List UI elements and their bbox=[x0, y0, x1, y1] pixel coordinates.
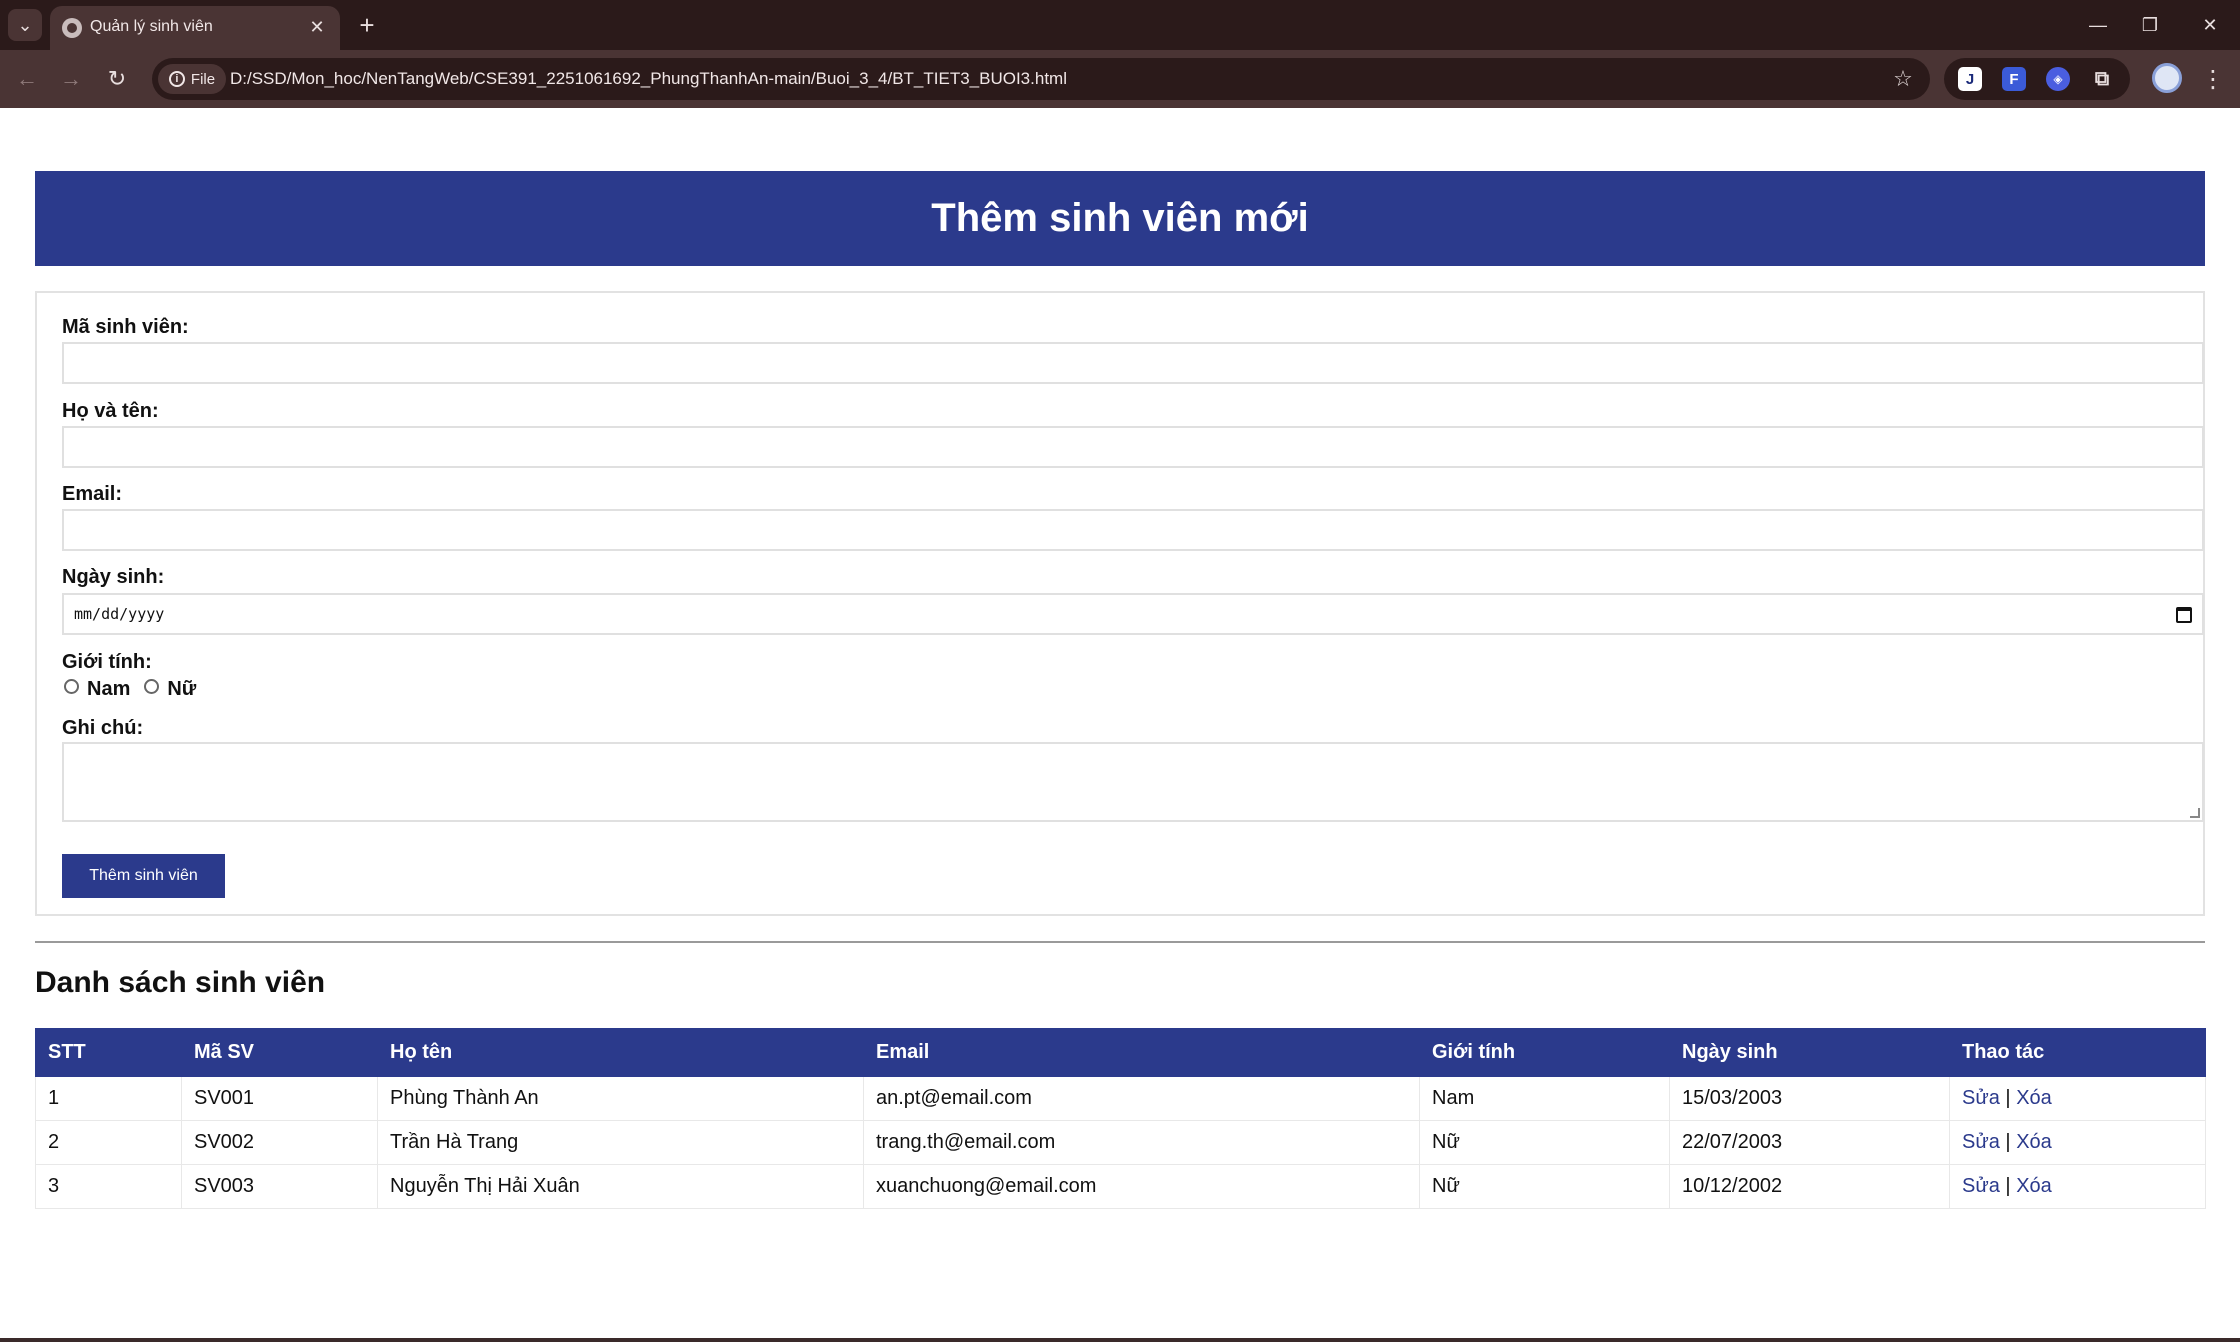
cell-actions: Sửa | Xóa bbox=[1949, 1164, 2206, 1209]
favicon-icon bbox=[62, 18, 82, 38]
action-separator: | bbox=[2005, 1175, 2011, 1197]
info-icon: i bbox=[168, 71, 185, 87]
browser-toolbar: ← → ↻ i File D:/SSD/Mon_hoc/NenTangWeb/C… bbox=[0, 50, 2240, 108]
edit-link[interactable]: Sửa bbox=[1962, 1175, 2000, 1197]
table-row: 3 SV003 Nguyễn Thị Hải Xuân xuanchuong@e… bbox=[35, 1164, 2206, 1209]
cell-ngay-sinh: 15/03/2003 bbox=[1669, 1076, 1950, 1121]
column-header: Họ tên bbox=[377, 1028, 864, 1077]
delete-link[interactable]: Xóa bbox=[2016, 1175, 2052, 1197]
cell-gioi-tinh: Nam bbox=[1419, 1076, 1670, 1121]
column-header: Giới tính bbox=[1419, 1028, 1670, 1077]
column-header: Thao tác bbox=[1949, 1028, 2206, 1077]
window-bottom-border bbox=[0, 1338, 2240, 1342]
student-list-title: Danh sách sinh viên bbox=[35, 966, 326, 999]
close-window-icon[interactable]: ✕ bbox=[2190, 8, 2230, 42]
student-table: STT Mã SV Họ tên Email Giới tính Ngày si… bbox=[35, 1028, 2206, 1209]
cell-actions: Sửa | Xóa bbox=[1949, 1120, 2206, 1165]
back-icon[interactable]: ← bbox=[10, 62, 44, 96]
divider bbox=[35, 941, 2205, 943]
cell-email: trang.th@email.com bbox=[863, 1120, 1420, 1165]
edit-link[interactable]: Sửa bbox=[1962, 1087, 2000, 1109]
extension-j-icon[interactable]: J bbox=[1958, 67, 1982, 91]
forward-icon[interactable]: → bbox=[54, 62, 88, 96]
tab-bar: ⌄ Quản lý sinh viên ✕ + — ❐ ✕ bbox=[0, 0, 2240, 50]
close-icon[interactable]: ✕ bbox=[304, 14, 330, 40]
cell-ma-sv: SV002 bbox=[181, 1120, 378, 1165]
gender-nam-radio[interactable] bbox=[64, 679, 79, 694]
page-title: Thêm sinh viên mới bbox=[35, 171, 2205, 266]
puzzle-icon[interactable]: ⧉ bbox=[2090, 67, 2114, 91]
dob-label: Ngày sinh: bbox=[62, 566, 165, 588]
plus-icon[interactable]: + bbox=[352, 10, 382, 40]
address-bar[interactable]: i File D:/SSD/Mon_hoc/NenTangWeb/CSE391_… bbox=[152, 58, 1930, 100]
table-row: 2 SV002 Trần Hà Trang trang.th@email.com… bbox=[35, 1120, 2206, 1165]
delete-link[interactable]: Xóa bbox=[2016, 1087, 2052, 1109]
dob-input[interactable]: mm/dd/yyyy bbox=[62, 593, 2204, 635]
gender-nu-label: Nữ bbox=[167, 678, 197, 700]
dob-placeholder: mm/dd/yyyy bbox=[74, 605, 165, 623]
cell-stt: 2 bbox=[35, 1120, 182, 1165]
email-input[interactable] bbox=[62, 509, 2204, 551]
fullname-input[interactable] bbox=[62, 426, 2204, 468]
cell-ho-ten: Phùng Thành An bbox=[377, 1076, 864, 1121]
cell-actions: Sửa | Xóa bbox=[1949, 1076, 2206, 1121]
cell-email: an.pt@email.com bbox=[863, 1076, 1420, 1121]
cell-ma-sv: SV001 bbox=[181, 1076, 378, 1121]
cell-ho-ten: Trần Hà Trang bbox=[377, 1120, 864, 1165]
table-row: 1 SV001 Phùng Thành An an.pt@email.com N… bbox=[35, 1076, 2206, 1121]
cell-stt: 3 bbox=[35, 1164, 182, 1209]
page-content: Thêm sinh viên mới Mã sinh viên: Họ và t… bbox=[0, 108, 2240, 1340]
student-id-label: Mã sinh viên: bbox=[62, 316, 189, 338]
cell-ma-sv: SV003 bbox=[181, 1164, 378, 1209]
gender-nu-radio[interactable] bbox=[144, 679, 160, 694]
star-icon[interactable]: ☆ bbox=[1888, 64, 1918, 94]
extension-f-icon[interactable]: F bbox=[2002, 67, 2026, 91]
gender-label: Giới tính: bbox=[62, 651, 152, 673]
minimize-icon[interactable]: — bbox=[2078, 8, 2118, 42]
calendar-icon[interactable] bbox=[2176, 607, 2192, 623]
browser-tab[interactable]: Quản lý sinh viên ✕ bbox=[50, 6, 340, 50]
site-info-chip[interactable]: i File bbox=[158, 64, 226, 94]
column-header: STT bbox=[35, 1028, 182, 1077]
gender-nam-label: Nam bbox=[87, 678, 131, 700]
action-separator: | bbox=[2005, 1131, 2011, 1153]
tab-search-icon[interactable]: ⌄ bbox=[8, 9, 42, 41]
cell-stt: 1 bbox=[35, 1076, 182, 1121]
table-header-row: STT Mã SV Họ tên Email Giới tính Ngày si… bbox=[35, 1028, 2206, 1077]
profile-icon[interactable] bbox=[2152, 63, 2182, 93]
cell-ho-ten: Nguyễn Thị Hải Xuân bbox=[377, 1164, 864, 1209]
cell-ngay-sinh: 22/07/2003 bbox=[1669, 1120, 1950, 1165]
fullname-label: Họ và tên: bbox=[62, 400, 159, 422]
extensions-group: J F ◈ ⧉ bbox=[1944, 58, 2130, 100]
student-id-input[interactable] bbox=[62, 342, 2204, 384]
email-label: Email: bbox=[62, 483, 123, 505]
delete-link[interactable]: Xóa bbox=[2016, 1131, 2052, 1153]
cell-gioi-tinh: Nữ bbox=[1419, 1164, 1670, 1209]
column-header: Ngày sinh bbox=[1669, 1028, 1950, 1077]
tab-title: Quản lý sinh viên bbox=[90, 18, 213, 35]
gender-radio-group: Nam Nữ bbox=[62, 678, 196, 701]
restore-icon[interactable]: ❐ bbox=[2130, 8, 2170, 42]
edit-link[interactable]: Sửa bbox=[1962, 1131, 2000, 1153]
resize-handle-icon[interactable] bbox=[2190, 808, 2200, 818]
column-header: Email bbox=[863, 1028, 1420, 1077]
note-textarea[interactable] bbox=[62, 742, 2204, 822]
column-header: Mã SV bbox=[181, 1028, 378, 1077]
extension-shield-icon[interactable]: ◈ bbox=[2046, 67, 2070, 91]
cell-gioi-tinh: Nữ bbox=[1419, 1120, 1670, 1165]
site-chip-label: File bbox=[190, 70, 216, 88]
add-student-form: Mã sinh viên: Họ và tên: Email: Ngày sin… bbox=[35, 291, 2205, 916]
cell-ngay-sinh: 10/12/2002 bbox=[1669, 1164, 1950, 1209]
reload-icon[interactable]: ↻ bbox=[100, 62, 134, 96]
url-text[interactable]: D:/SSD/Mon_hoc/NenTangWeb/CSE391_2251061… bbox=[230, 69, 1067, 89]
action-separator: | bbox=[2005, 1087, 2011, 1109]
add-student-button[interactable]: Thêm sinh viên bbox=[62, 854, 225, 898]
cell-email: xuanchuong@email.com bbox=[863, 1164, 1420, 1209]
more-icon[interactable]: ⋮ bbox=[2198, 62, 2228, 96]
note-label: Ghi chú: bbox=[62, 717, 144, 739]
